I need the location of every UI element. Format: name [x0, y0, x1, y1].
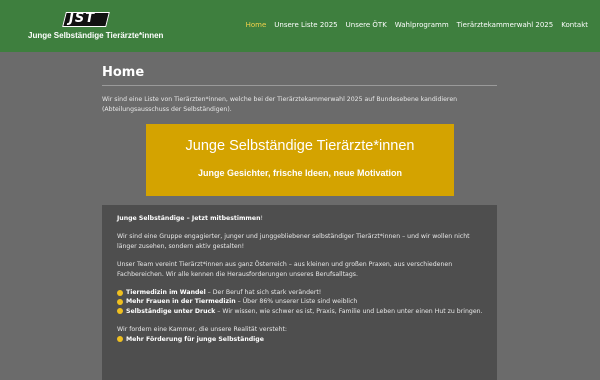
- banner-subtitle: Junge Gesichter, frische Ideen, neue Mot…: [197, 168, 403, 178]
- title-divider: [102, 85, 497, 86]
- yellow-circle-icon: [117, 298, 123, 305]
- page-title: Home: [102, 65, 145, 80]
- yellow-circle-icon: [117, 289, 123, 296]
- yellow-circle-icon: [117, 308, 123, 315]
- nav-wahlprogramm[interactable]: Wahlprogramm: [395, 21, 449, 29]
- logo-text[interactable]: JST: [69, 11, 95, 26]
- list-item: Tiermedizin im Wandel – Der Beruf hat si…: [117, 288, 489, 297]
- nav-tierarztekammerwahl[interactable]: Tierärztekammerwahl 2025: [457, 21, 554, 29]
- intro-text: Wir sind eine Liste von Tierärzten*innen…: [102, 96, 458, 113]
- main-nav: Home Unsere Liste 2025 Unsere ÖTK Wahlpr…: [246, 21, 588, 29]
- list-item: Selbständige unter Druck – Wir wissen, w…: [117, 307, 489, 316]
- list-item: Mehr Förderung für junge Selbständige: [117, 335, 489, 344]
- nav-unsere-oetk[interactable]: Unsere ÖTK: [346, 21, 387, 29]
- card-paragraph-2: Unser Team vereint Tierärzt*innen aus ga…: [117, 261, 453, 278]
- yellow-circle-icon: [117, 336, 123, 343]
- nav-home[interactable]: Home: [246, 21, 267, 29]
- site-name[interactable]: Junge Selbständige Tierärzte*innen: [28, 31, 163, 40]
- hero-banner: Junge Selbständige Tierärzte*innen Junge…: [146, 124, 454, 196]
- nav-unsere-liste[interactable]: Unsere Liste 2025: [274, 21, 337, 29]
- card-paragraph-3: Wir fordern eine Kammer, die unsere Real…: [117, 326, 288, 334]
- nav-kontakt[interactable]: Kontakt: [561, 21, 588, 29]
- content-card: Junge Selbständige – Jetzt mitbestimmen!…: [102, 205, 497, 380]
- card-paragraph-1: Wir sind eine Gruppe engagierter, junger…: [117, 233, 470, 250]
- list-item: Mehr Frauen in der Tiermedizin – Über 86…: [117, 297, 489, 306]
- card-heading: Junge Selbständige – Jetzt mitbestimmen!: [117, 215, 263, 222]
- site-header: JST Junge Selbständige Tierärzte*innen H…: [0, 0, 600, 52]
- banner-title: Junge Selbständige Tierärzte*innen: [185, 138, 415, 154]
